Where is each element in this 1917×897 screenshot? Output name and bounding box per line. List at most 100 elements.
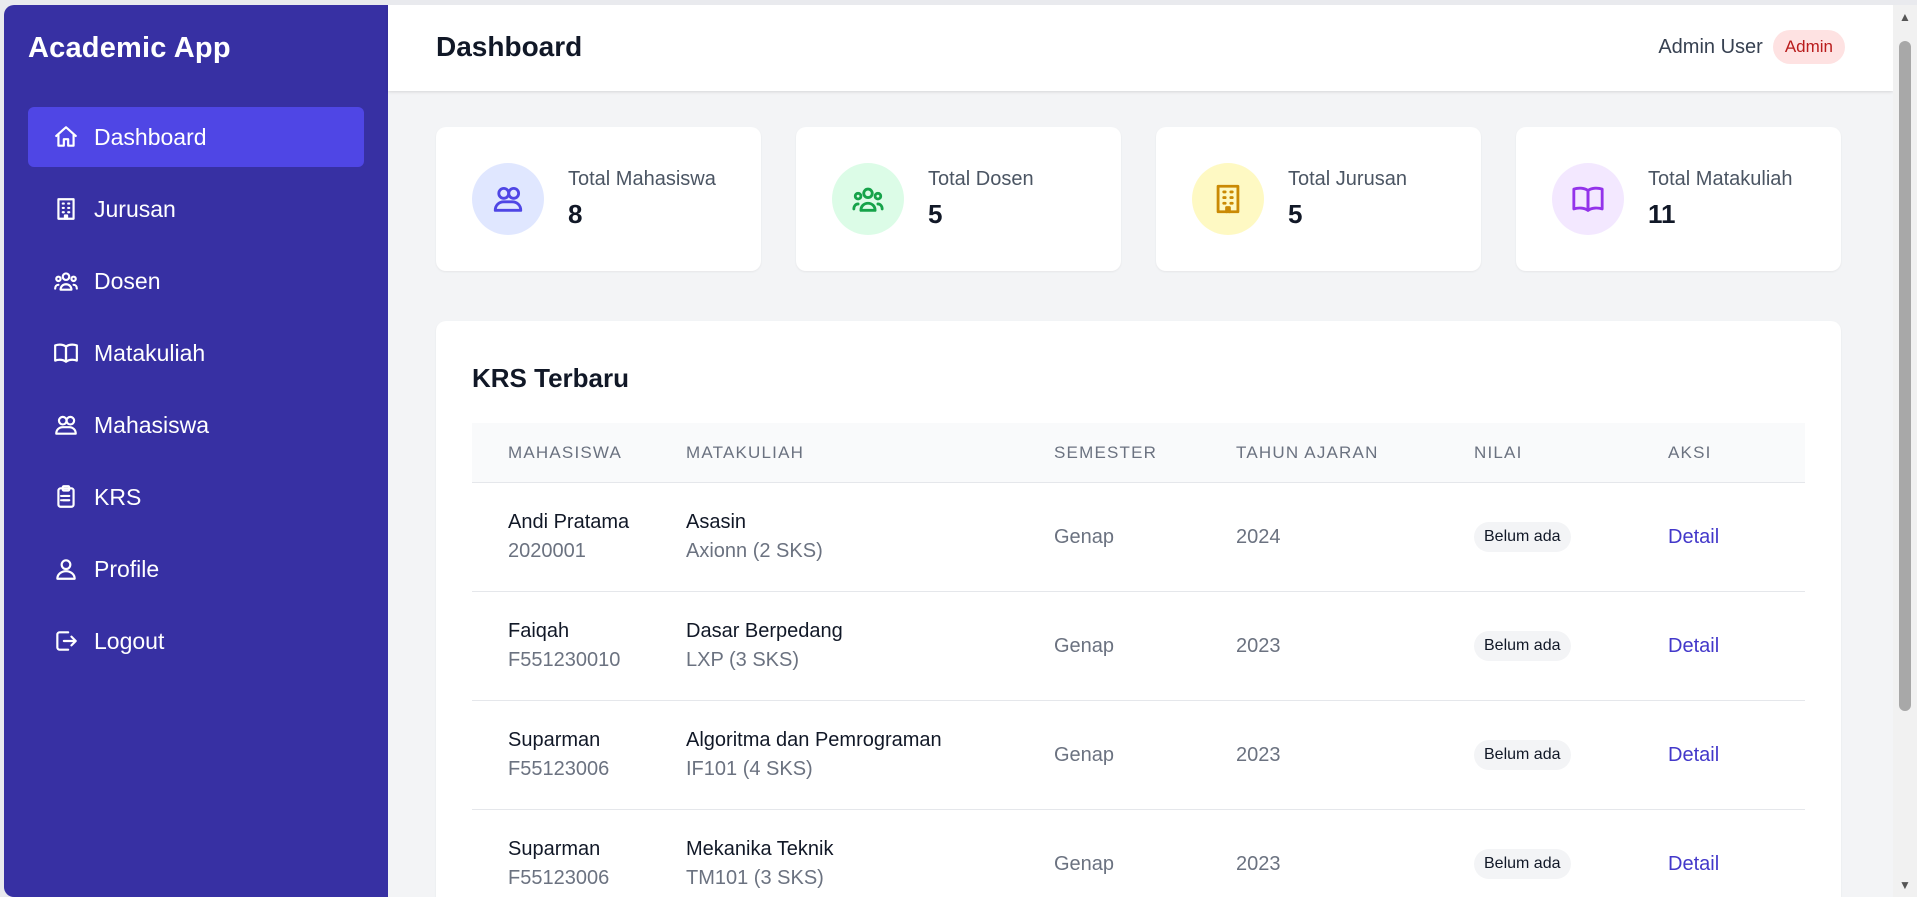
detail-link[interactable]: Detail bbox=[1668, 853, 1719, 875]
book-open-icon bbox=[1552, 163, 1624, 235]
users-group-icon bbox=[52, 267, 80, 295]
semester-cell: Genap bbox=[1054, 525, 1115, 548]
sidebar-item-matakuliah[interactable]: Matakuliah bbox=[28, 323, 364, 383]
stat-label: Total Dosen bbox=[928, 168, 1034, 190]
stats-row: Total Mahasiswa 8 Total Dosen 5 Total Ju… bbox=[436, 127, 1841, 271]
home-icon bbox=[52, 123, 80, 151]
sidebar-item-label: Dashboard bbox=[94, 123, 207, 150]
krs-table-card: KRS Terbaru Mahasiswa Matakuliah Semeste… bbox=[436, 321, 1841, 897]
grade-badge: Belum ada bbox=[1474, 740, 1571, 770]
table-row: Suparman F55123006 Mekanika Teknik TM101 (… bbox=[472, 810, 1805, 897]
column-header: Tahun Ajaran bbox=[1236, 442, 1379, 462]
student-nim: 2020001 bbox=[508, 540, 586, 562]
table-header: Mahasiswa Matakuliah Semester Tahun Ajar… bbox=[472, 423, 1805, 483]
detail-link[interactable]: Detail bbox=[1668, 744, 1719, 766]
app-window: Academic App Dashboard Jurusan Dosen Mat… bbox=[4, 5, 1893, 897]
student-name: Faiqah bbox=[508, 620, 570, 642]
stat-card-dosen: Total Dosen 5 bbox=[796, 127, 1121, 271]
semester-cell: Genap bbox=[1054, 852, 1115, 875]
vertical-scrollbar[interactable]: ▲ ▼ bbox=[1893, 5, 1917, 897]
building-icon bbox=[52, 195, 80, 223]
column-header: Mahasiswa bbox=[508, 442, 623, 462]
sidebar-item-dashboard[interactable]: Dashboard bbox=[28, 107, 364, 167]
book-open-icon bbox=[52, 339, 80, 367]
course-name: Mekanika Teknik bbox=[686, 838, 834, 860]
semester-cell: Genap bbox=[1054, 634, 1115, 657]
users-group-icon bbox=[832, 163, 904, 235]
scroll-down-icon[interactable]: ▼ bbox=[1893, 873, 1917, 897]
sidebar-item-label: Jurusan bbox=[94, 195, 176, 222]
stat-value: 5 bbox=[1288, 199, 1303, 229]
role-badge: Admin bbox=[1772, 30, 1845, 64]
stat-card-matakuliah: Total Matakuliah 11 bbox=[1516, 127, 1841, 271]
users-icon bbox=[472, 163, 544, 235]
column-header: Semester bbox=[1054, 442, 1158, 462]
detail-link[interactable]: Detail bbox=[1668, 526, 1719, 548]
sidebar-item-label: KRS bbox=[94, 483, 142, 510]
year-cell: 2023 bbox=[1236, 634, 1281, 657]
sidebar-item-logout[interactable]: Logout bbox=[28, 611, 364, 671]
year-cell: 2023 bbox=[1236, 852, 1281, 875]
grade-badge: Belum ada bbox=[1474, 522, 1571, 552]
sidebar: Academic App Dashboard Jurusan Dosen Mat… bbox=[4, 5, 388, 897]
sidebar-item-jurusan[interactable]: Jurusan bbox=[28, 179, 364, 239]
detail-link[interactable]: Detail bbox=[1668, 635, 1719, 657]
user-name: Admin User bbox=[1658, 35, 1763, 58]
sidebar-item-dosen[interactable]: Dosen bbox=[28, 251, 364, 311]
table-row: Andi Pratama 2020001 Asasin Axionn (2 SKS)… bbox=[472, 483, 1805, 592]
course-name: Dasar Berpedang bbox=[686, 620, 843, 642]
year-cell: 2023 bbox=[1236, 743, 1281, 766]
table-row: Suparman F55123006 Algoritma dan Pemrogra… bbox=[472, 701, 1805, 810]
page-title: Dashboard bbox=[436, 31, 583, 62]
student-name: Suparman bbox=[508, 729, 601, 751]
top-header: Dashboard Admin User Admin bbox=[388, 5, 1893, 91]
stat-value: 8 bbox=[568, 199, 583, 229]
course-detail: IF101 (4 SKS) bbox=[686, 758, 813, 780]
clipboard-list-icon bbox=[52, 483, 80, 511]
sidebar-item-mahasiswa[interactable]: Mahasiswa bbox=[28, 395, 364, 455]
sidebar-item-label: Mahasiswa bbox=[94, 411, 210, 438]
semester-cell: Genap bbox=[1054, 743, 1115, 766]
stat-card-mahasiswa: Total Mahasiswa 8 bbox=[436, 127, 761, 271]
scrollbar-thumb[interactable] bbox=[1899, 41, 1911, 711]
table-row: Faiqah F551230010 Dasar Berpedang LXP (3 S… bbox=[472, 592, 1805, 701]
student-nim: F551230010 bbox=[508, 649, 621, 671]
column-header: Nilai bbox=[1474, 442, 1523, 462]
user-menu[interactable]: Admin User Admin bbox=[1658, 30, 1845, 64]
sidebar-item-label: Logout bbox=[94, 627, 165, 654]
users-icon bbox=[52, 411, 80, 439]
course-name: Algoritma dan Pemrograman bbox=[686, 729, 942, 751]
grade-badge: Belum ada bbox=[1474, 849, 1571, 879]
sidebar-item-profile[interactable]: Profile bbox=[28, 539, 364, 599]
krs-table: Mahasiswa Matakuliah Semester Tahun Ajar… bbox=[472, 423, 1805, 897]
sidebar-item-label: Profile bbox=[94, 555, 160, 582]
stat-value: 5 bbox=[928, 199, 943, 229]
course-detail: Axionn (2 SKS) bbox=[686, 540, 823, 562]
logout-icon bbox=[52, 627, 80, 655]
sidebar-nav: Dashboard Jurusan Dosen Matakuliah Mahas… bbox=[28, 107, 364, 683]
stat-label: Total Mahasiswa bbox=[568, 168, 716, 190]
stat-value: 11 bbox=[1648, 199, 1676, 229]
sidebar-item-label: Matakuliah bbox=[94, 339, 206, 366]
sidebar-item-krs[interactable]: KRS bbox=[28, 467, 364, 527]
app-title: Academic App bbox=[28, 32, 231, 64]
section-title: KRS Terbaru bbox=[472, 363, 629, 393]
course-detail: LXP (3 SKS) bbox=[686, 649, 800, 671]
column-header: Matakuliah bbox=[686, 442, 805, 462]
building-icon bbox=[1192, 163, 1264, 235]
grade-badge: Belum ada bbox=[1474, 631, 1571, 661]
student-name: Suparman bbox=[508, 838, 601, 860]
stat-label: Total Jurusan bbox=[1288, 168, 1407, 190]
scroll-up-icon[interactable]: ▲ bbox=[1893, 5, 1917, 29]
course-name: Asasin bbox=[686, 511, 747, 533]
stat-label: Total Matakuliah bbox=[1648, 168, 1793, 190]
column-header: Aksi bbox=[1668, 442, 1712, 462]
course-detail: TM101 (3 SKS) bbox=[686, 867, 824, 889]
sidebar-item-label: Dosen bbox=[94, 267, 161, 294]
user-icon bbox=[52, 555, 80, 583]
student-nim: F55123006 bbox=[508, 758, 610, 780]
student-name: Andi Pratama bbox=[508, 511, 630, 533]
student-nim: F55123006 bbox=[508, 867, 610, 889]
stat-card-jurusan: Total Jurusan 5 bbox=[1156, 127, 1481, 271]
year-cell: 2024 bbox=[1236, 525, 1281, 548]
